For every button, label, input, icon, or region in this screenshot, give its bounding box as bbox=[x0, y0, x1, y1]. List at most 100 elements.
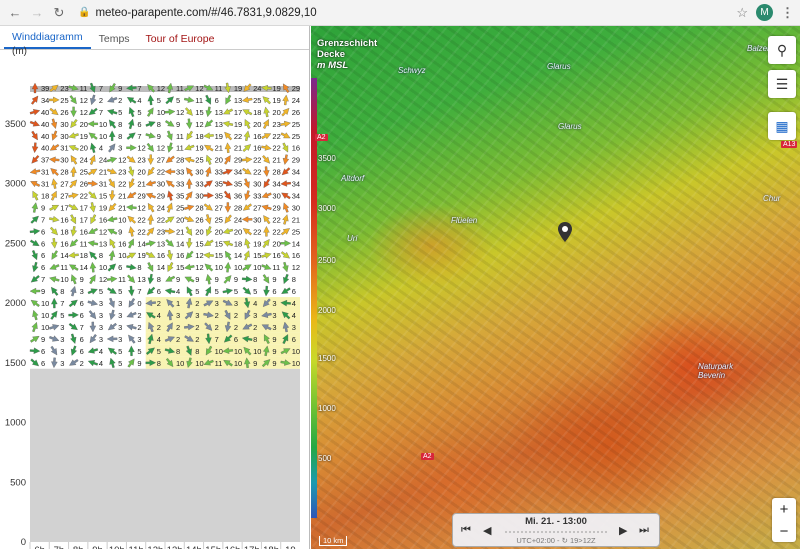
settings-sliders-icon[interactable]: ☰ bbox=[768, 70, 796, 98]
wind-arrow-shape bbox=[261, 192, 272, 199]
wind-arrow bbox=[128, 178, 135, 189]
wind-speed-label: 6 bbox=[272, 287, 276, 296]
wind-speed-label: 23 bbox=[118, 168, 126, 177]
y-tick-label: 3000 bbox=[5, 179, 26, 190]
wind-speed-label: 16 bbox=[157, 251, 165, 260]
wind-speed-label: 11 bbox=[195, 96, 203, 105]
wind-speed-label: 11 bbox=[80, 239, 88, 248]
place-naturpark: Naturpark Beverin bbox=[698, 362, 734, 380]
wind-arrow bbox=[29, 109, 41, 116]
wind-arrow bbox=[224, 214, 232, 224]
wind-arrow bbox=[262, 274, 270, 284]
search-icon[interactable]: ⚲ bbox=[768, 36, 796, 64]
wind-arrow-shape bbox=[261, 263, 272, 270]
wind-arrow bbox=[244, 119, 251, 129]
wind-arrow bbox=[49, 107, 59, 116]
chart-bars-icon[interactable]: ▦ bbox=[768, 112, 796, 140]
wind-arrow-shape bbox=[51, 357, 58, 369]
wind-arrow-shape bbox=[263, 166, 270, 177]
wind-speed-label: 19 bbox=[272, 84, 280, 93]
wind-arrow-shape bbox=[167, 190, 174, 201]
wind-arrow bbox=[165, 238, 174, 247]
skip-first-icon[interactable]: ⏮ bbox=[461, 524, 471, 537]
wind-arrow-shape bbox=[107, 263, 117, 272]
wind-arrow bbox=[51, 286, 59, 296]
wind-arrow-shape bbox=[184, 263, 195, 271]
wind-arrow-shape bbox=[51, 178, 58, 189]
wind-speed-label: 22 bbox=[272, 215, 280, 224]
wind-speed-label: 11 bbox=[60, 263, 68, 272]
wind-speed-label: 7 bbox=[60, 299, 64, 308]
wind-arrow-shape bbox=[263, 178, 271, 189]
wind-arrow-shape bbox=[69, 359, 79, 366]
wind-speed-label: 13 bbox=[234, 96, 242, 105]
wind-arrow-shape bbox=[70, 119, 78, 129]
wind-speed-label: 10 bbox=[118, 251, 126, 260]
wind-speed-label: 3 bbox=[118, 144, 122, 153]
wind-arrow bbox=[107, 109, 118, 116]
wind-arrow-shape bbox=[186, 238, 193, 249]
wind-arrow-shape bbox=[147, 94, 155, 106]
x-tick-label: 9h bbox=[92, 545, 103, 549]
tab-temps[interactable]: Temps bbox=[91, 33, 138, 49]
wind-arrow bbox=[51, 178, 58, 189]
wind-arrow bbox=[68, 192, 79, 199]
wind-speed-label: 15 bbox=[176, 263, 184, 272]
wind-speed-label: 3 bbox=[118, 323, 122, 332]
wind-arrow-shape bbox=[185, 250, 194, 260]
step-forward-icon[interactable]: ▶ bbox=[619, 524, 627, 537]
wind-arrow bbox=[165, 275, 176, 282]
wind-arrow bbox=[145, 121, 156, 128]
reload-icon[interactable]: ↻ bbox=[50, 4, 68, 22]
wind-speed-label: 26 bbox=[292, 108, 300, 117]
wind-arrow-shape bbox=[126, 324, 137, 331]
terrain-texture bbox=[311, 26, 800, 549]
location-pin-icon[interactable] bbox=[558, 222, 572, 242]
wind-arrow-shape bbox=[205, 273, 212, 285]
wind-arrow-shape bbox=[68, 204, 79, 210]
wind-arrow bbox=[128, 298, 136, 308]
wind-speed-label: 15 bbox=[99, 192, 107, 201]
wind-arrow bbox=[69, 179, 78, 189]
wind-arrow bbox=[145, 180, 156, 187]
zoom-out-button[interactable]: − bbox=[772, 520, 796, 542]
wind-speed-label: 16 bbox=[80, 227, 88, 236]
road-a2-north: A2 bbox=[315, 134, 328, 141]
wind-arrow bbox=[147, 94, 155, 106]
wind-arrow-shape bbox=[223, 108, 233, 115]
tab-tour-of-europe[interactable]: Tour of Europe bbox=[138, 33, 223, 49]
step-back-icon[interactable]: ◀ bbox=[483, 524, 491, 537]
profile-avatar[interactable]: M bbox=[756, 4, 773, 21]
wind-arrow-shape bbox=[261, 252, 272, 259]
wind-arrow bbox=[223, 108, 233, 115]
wind-arrow bbox=[109, 238, 116, 249]
wind-speed-label: 12 bbox=[99, 275, 107, 284]
place-glarus-2: Glarus bbox=[558, 122, 582, 131]
wind-speed-label: 34 bbox=[234, 168, 242, 177]
zoom-in-button[interactable]: + bbox=[772, 498, 796, 520]
menu-kebab-icon[interactable]: ⋮ bbox=[781, 5, 794, 21]
wind-diagram-panel: Winddiagramm Temps Tour of Europe 0 500 10… bbox=[0, 26, 310, 549]
address-bar[interactable]: 🔒 meteo-parapente.com/#/46.7831,9.0829,1… bbox=[72, 3, 728, 22]
wind-arrow-shape bbox=[50, 238, 58, 249]
wind-arrow bbox=[166, 202, 173, 213]
skip-last-icon[interactable]: ⏭ bbox=[639, 524, 649, 537]
back-arrow-icon[interactable]: ← bbox=[6, 4, 24, 22]
map-view[interactable]: Grenzschicht Decke m MSL 3500 3000 2500 … bbox=[311, 26, 800, 549]
time-slider[interactable] bbox=[505, 529, 609, 535]
wind-arrow-shape bbox=[184, 107, 193, 116]
wind-speed-label: 5 bbox=[195, 287, 199, 296]
y-tick-label: 0 bbox=[21, 537, 26, 548]
wind-speed-label: 19 bbox=[80, 132, 88, 141]
wind-arrow-shape bbox=[280, 251, 290, 259]
wind-arrow bbox=[224, 202, 232, 213]
wind-arrow-shape bbox=[70, 155, 78, 165]
wind-arrow bbox=[68, 145, 79, 152]
wind-arrow-shape bbox=[68, 322, 78, 331]
bookmark-star-icon[interactable]: ☆ bbox=[736, 5, 748, 21]
wind-speed-label: 14 bbox=[60, 251, 68, 260]
wind-arrow bbox=[224, 261, 231, 273]
wind-speed-label: 3 bbox=[234, 299, 238, 308]
forward-arrow-icon[interactable]: → bbox=[28, 4, 46, 22]
wind-speed-label: 17 bbox=[80, 203, 88, 212]
